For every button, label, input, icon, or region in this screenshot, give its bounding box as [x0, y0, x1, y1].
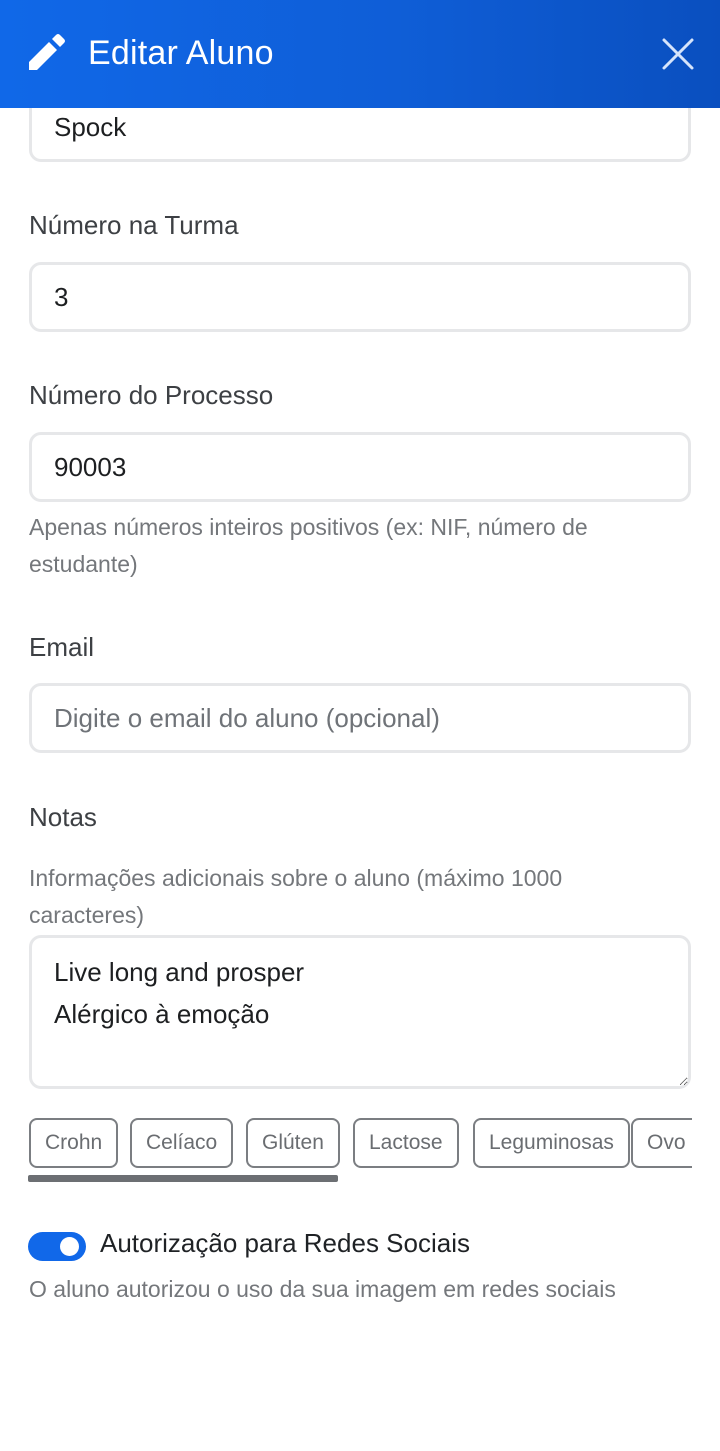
tag-chips-scroller[interactable]: Crohn Celíaco Glúten Lactose Leguminosas… [29, 1118, 692, 1170]
class-number-input[interactable] [29, 262, 691, 332]
tag-chip-crohn[interactable]: Crohn [29, 1118, 119, 1168]
notes-help: Informações adicionais sobre o aluno (má… [29, 865, 563, 928]
tag-chip-ovo[interactable]: Ovo [631, 1118, 692, 1168]
form-content: Número na Turma Número do Processo Apena… [0, 0, 720, 1451]
pencil-icon [29, 34, 65, 70]
modal-title: Editar Aluno [88, 34, 274, 72]
edit-student-page: Número na Turma Número do Processo Apena… [0, 0, 720, 1451]
process-number-label: Número do Processo [29, 380, 274, 410]
email-label: Email [29, 632, 95, 662]
class-number-label: Número na Turma [29, 210, 239, 240]
social-media-help: O aluno autorizou o uso da sua imagem em… [29, 1276, 616, 1302]
notes-label: Notas [29, 802, 97, 832]
close-icon[interactable] [658, 34, 698, 74]
toggle-knob [60, 1237, 79, 1256]
notes-textarea[interactable] [29, 935, 691, 1089]
social-media-toggle[interactable] [28, 1232, 86, 1261]
tag-chip-celiaco[interactable]: Celíaco [130, 1118, 234, 1168]
email-input[interactable] [29, 683, 691, 753]
modal-header: Editar Aluno [0, 0, 720, 108]
tag-chip-gluten[interactable]: Glúten [246, 1118, 340, 1168]
social-media-label: Autorização para Redes Sociais [100, 1228, 470, 1258]
chips-scrollbar[interactable] [28, 1175, 338, 1182]
process-number-help: Apenas números inteiros positivos (ex: N… [29, 514, 588, 577]
tag-chip-lactose[interactable]: Lactose [353, 1118, 459, 1168]
tag-chip-leguminosas[interactable]: Leguminosas [473, 1118, 630, 1168]
process-number-input[interactable] [29, 432, 691, 502]
